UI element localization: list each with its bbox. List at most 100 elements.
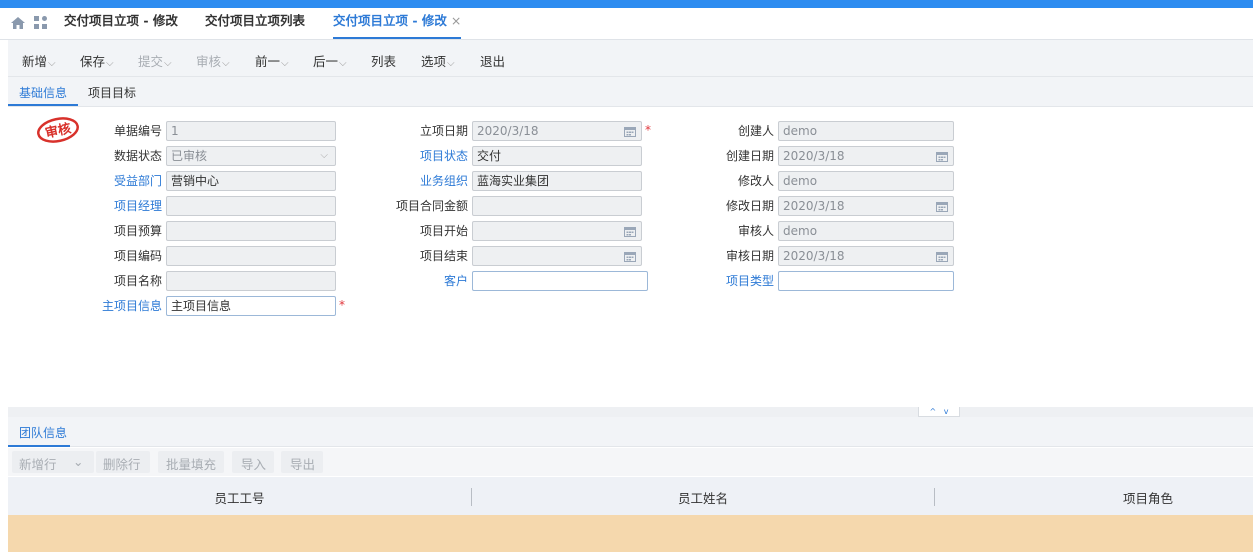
chevron-down-icon[interactable]: ⌄: [73, 454, 83, 469]
customer-field[interactable]: [472, 271, 648, 291]
business-org-field[interactable]: 蓝海实业集团: [472, 171, 642, 191]
collapse-expand-toggle[interactable]: ^ v: [918, 407, 960, 417]
label-modifier: 修改人: [737, 174, 774, 188]
tab-team-info[interactable]: 团队信息: [19, 424, 67, 441]
label-main-project-info[interactable]: 主项目信息: [80, 296, 162, 316]
project-budget-field[interactable]: [166, 221, 336, 241]
tab-project-list[interactable]: 交付项目立项列表: [205, 8, 305, 39]
next-button[interactable]: 后一⌵: [313, 51, 347, 70]
project-code-field[interactable]: [166, 246, 336, 266]
tab-label: 交付项目立项 - 修改: [64, 13, 178, 28]
team-table-header: 员工工号 员工姓名 项目角色: [8, 477, 1253, 515]
add-row-button[interactable]: 新增行: [19, 454, 57, 473]
audit-label: 审核: [196, 54, 222, 69]
chevron-down-icon: ⌵: [48, 58, 56, 69]
export-button[interactable]: 导出: [290, 454, 315, 473]
project-type-field[interactable]: [778, 271, 954, 291]
exit-button[interactable]: 退出: [480, 51, 505, 70]
options-label: 选项: [421, 54, 447, 69]
tab-project-goals[interactable]: 项目目标: [88, 84, 136, 101]
form-section-tabs: 基础信息 项目目标: [8, 77, 1253, 107]
team-section-tabs: 团队信息: [8, 417, 1253, 447]
label-beneficiary-dept[interactable]: 受益部门: [80, 171, 162, 191]
new-label: 新增: [22, 54, 48, 69]
chevron-down-icon: ⌵: [222, 58, 230, 69]
options-button[interactable]: 选项⌵: [421, 51, 455, 70]
list-label: 列表: [371, 54, 397, 69]
modify-date-value: 2020/3/18: [783, 199, 845, 213]
calendar-icon[interactable]: [624, 126, 636, 137]
submit-button[interactable]: 提交⌵: [138, 51, 172, 70]
auditor-field[interactable]: demo: [778, 221, 954, 241]
contract-amount-field[interactable]: [472, 196, 642, 216]
table-row[interactable]: [8, 515, 1253, 552]
modifier-field[interactable]: demo: [778, 171, 954, 191]
column-header-employee-name[interactable]: 员工姓名: [472, 488, 934, 507]
calendar-icon[interactable]: [624, 251, 636, 262]
project-manager-field[interactable]: [166, 196, 336, 216]
new-button[interactable]: 新增⌵: [22, 51, 56, 70]
project-name-field[interactable]: [166, 271, 336, 291]
approval-date-value: 2020/3/18: [477, 124, 539, 138]
calendar-icon[interactable]: [936, 151, 948, 162]
chevron-down-icon[interactable]: v: [944, 407, 949, 416]
label-doc-number: 单据编号: [113, 124, 162, 138]
close-icon[interactable]: ×: [451, 13, 461, 28]
column-divider[interactable]: [934, 488, 935, 506]
tab-project-edit-active[interactable]: 交付项目立项 - 修改 ×: [333, 8, 462, 39]
main-project-info-field[interactable]: 主项目信息: [166, 296, 336, 316]
data-status-select[interactable]: 已审核 ⌵: [166, 146, 336, 166]
data-status-value: 已审核: [171, 149, 208, 163]
column-header-employee-id[interactable]: 员工工号: [8, 488, 471, 507]
prev-button[interactable]: 前一⌵: [255, 51, 289, 70]
calendar-icon[interactable]: [936, 201, 948, 212]
label-project-code: 项目编码: [113, 249, 162, 263]
apps-grid-icon[interactable]: [33, 15, 49, 31]
next-label: 后一: [313, 54, 339, 69]
panel-splitter[interactable]: ^ v: [8, 407, 1253, 417]
delete-row-button[interactable]: 删除行: [103, 454, 141, 473]
modify-date-picker[interactable]: 2020/3/18: [778, 196, 954, 216]
creator-field[interactable]: demo: [778, 121, 954, 141]
label-project-manager[interactable]: 项目经理: [80, 196, 162, 216]
prev-label: 前一: [255, 54, 281, 69]
label-project-start: 项目开始: [419, 224, 468, 238]
batch-fill-button[interactable]: 批量填充: [166, 454, 216, 473]
create-date-picker[interactable]: 2020/3/18: [778, 146, 954, 166]
tab-basic-info[interactable]: 基础信息: [19, 84, 67, 101]
column-header-project-role[interactable]: 项目角色: [1108, 488, 1188, 507]
label-customer[interactable]: 客户: [380, 271, 468, 291]
tab-label: 交付项目立项列表: [205, 13, 306, 28]
active-tab-indicator: [8, 445, 70, 447]
doc-number-field[interactable]: 1: [166, 121, 336, 141]
required-mark: *: [645, 123, 651, 137]
beneficiary-dept-field[interactable]: 营销中心: [166, 171, 336, 191]
label-audit-date: 审核日期: [725, 249, 774, 263]
label-modify-date: 修改日期: [725, 199, 774, 213]
tab-project-edit-1[interactable]: 交付项目立项 - 修改: [64, 8, 178, 39]
audit-button[interactable]: 审核⌵: [196, 51, 230, 70]
label-create-date: 创建日期: [725, 149, 774, 163]
project-start-picker[interactable]: [472, 221, 642, 241]
label-contract-amount: 项目合同金额: [395, 199, 468, 213]
save-button[interactable]: 保存⌵: [80, 51, 114, 70]
create-date-value: 2020/3/18: [783, 149, 845, 163]
label-project-status[interactable]: 项目状态: [380, 146, 468, 166]
calendar-icon[interactable]: [936, 251, 948, 262]
label-business-org[interactable]: 业务组织: [380, 171, 468, 191]
list-button[interactable]: 列表: [371, 51, 396, 70]
import-button[interactable]: 导入: [241, 454, 266, 473]
chevron-down-icon: ⌵: [320, 150, 328, 161]
approval-date-picker[interactable]: 2020/3/18: [472, 121, 642, 141]
label-creator: 创建人: [737, 124, 774, 138]
home-icon[interactable]: [10, 15, 26, 31]
required-mark: *: [339, 298, 345, 312]
chevron-up-icon[interactable]: ^: [929, 407, 936, 416]
project-status-field[interactable]: 交付: [472, 146, 642, 166]
audited-stamp: 审核: [37, 117, 79, 143]
calendar-icon[interactable]: [624, 226, 636, 237]
toolbar: 新增⌵ 保存⌵ 提交⌵ 审核⌵ 前一⌵ 后一⌵ 列表 选项⌵ 退出: [8, 40, 1253, 77]
label-project-type[interactable]: 项目类型: [690, 271, 774, 291]
audit-date-picker[interactable]: 2020/3/18: [778, 246, 954, 266]
project-end-picker[interactable]: [472, 246, 642, 266]
